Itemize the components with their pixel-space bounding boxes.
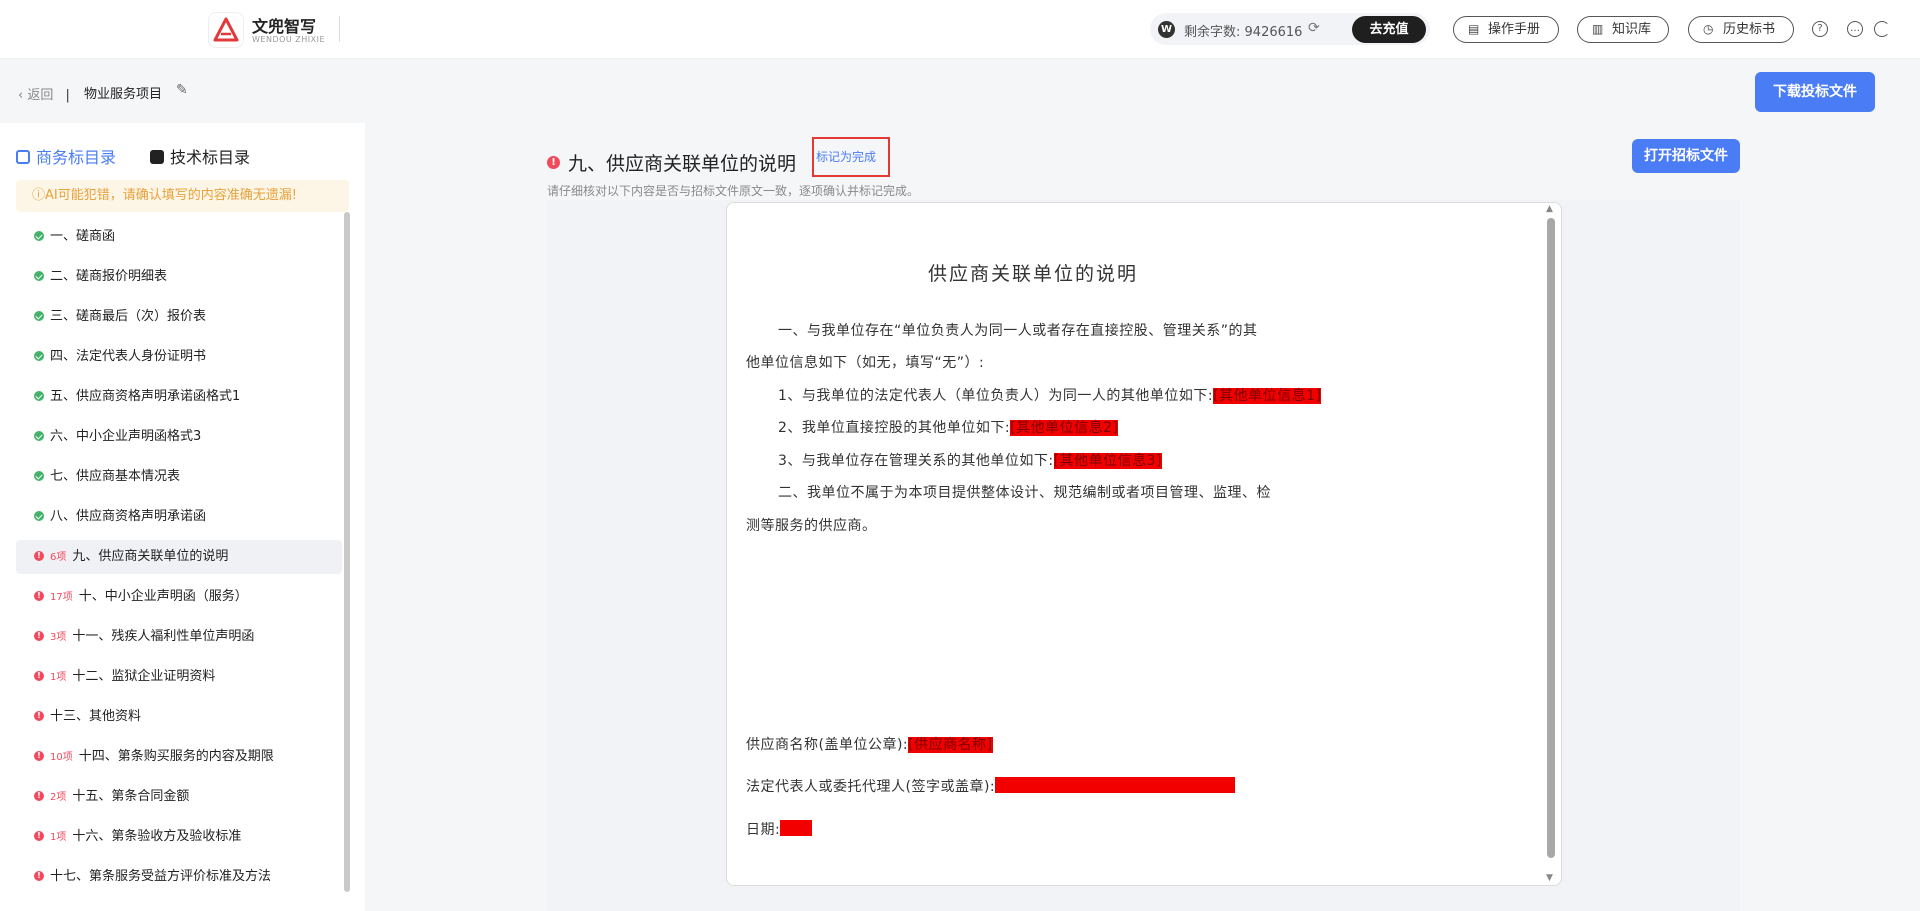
- recharge-button[interactable]: 去充值: [1352, 16, 1426, 43]
- doc-line: 3、与我单位存在管理关系的其他单位如下:[其他单位信息3]: [778, 453, 1162, 469]
- logo-icon[interactable]: [208, 12, 244, 48]
- doc-paragraph: 一、与我单位存在“单位负责人为同一人或者存在直接控股、管理关系”的其: [778, 323, 1258, 339]
- alert-icon: [34, 631, 44, 641]
- catalog-icon: [150, 150, 164, 164]
- placeholder-field[interactable]: [其他单位信息1]: [1213, 388, 1322, 404]
- sidebar-item[interactable]: 十七、第条服务受益方评价标准及方法: [16, 860, 342, 894]
- doc-signature-line: 供应商名称(盖单位公章):[供应商名称]: [746, 737, 993, 753]
- logout-icon[interactable]: [1874, 21, 1890, 37]
- scroll-down-icon[interactable]: ▼: [1546, 873, 1553, 883]
- history-button[interactable]: ◷ 历史标书: [1688, 16, 1794, 43]
- alert-icon: [34, 671, 44, 681]
- alert-icon: [34, 751, 44, 761]
- pending-count: 1项: [50, 672, 67, 683]
- sidebar-item[interactable]: 10项十四、第条购买服务的内容及期限: [16, 740, 342, 774]
- alert-icon: [34, 831, 44, 841]
- sidebar-item[interactable]: 十三、其他资料: [16, 700, 342, 734]
- sidebar-item[interactable]: 六、中小企业声明函格式3: [16, 420, 342, 454]
- alert-icon: [34, 591, 44, 601]
- ai-warning: ⓘAI可能犯错，请确认填写的内容准确无遗漏!: [16, 180, 349, 212]
- credits-label: 剩余字数: 9426616: [1184, 25, 1303, 40]
- tab-business-catalog[interactable]: 商务标目录: [16, 144, 116, 168]
- chat-icon[interactable]: …: [1847, 21, 1863, 37]
- sidebar-item[interactable]: 1项十二、监狱企业证明资料: [16, 660, 342, 694]
- pending-count: 10项: [50, 752, 73, 763]
- top-header: 文兜智写 WENDOU ZHIXIE W 剩余字数: 9426616 ⟳ 去充值…: [0, 0, 1920, 59]
- section-subtitle: 请仔细核对以下内容是否与招标文件原文一致，逐项确认并标记完成。: [547, 184, 920, 198]
- sidebar-item[interactable]: 1项十六、第条验收方及验收标准: [16, 820, 342, 854]
- sidebar-scrollbar[interactable]: [344, 212, 350, 892]
- logo-name: 文兜智写: [252, 17, 317, 36]
- edit-icon[interactable]: ✎: [176, 82, 188, 98]
- chevron-left-icon: ‹: [18, 88, 24, 103]
- doc-signature-line: 法定代表人或委托代理人(签字或盖章):: [746, 776, 1236, 796]
- sidebar-item[interactable]: 三、磋商最后（次）报价表: [16, 300, 342, 334]
- sidebar-item-active[interactable]: 6项九、供应商关联单位的说明: [16, 540, 342, 574]
- divider: [339, 16, 340, 42]
- section-title: 九、供应商关联单位的说明: [547, 149, 796, 176]
- placeholder-field[interactable]: [780, 820, 813, 836]
- placeholder-field[interactable]: [其他单位信息3]: [1053, 453, 1162, 469]
- knowledge-button[interactable]: ▥ 知识库: [1577, 16, 1669, 43]
- placeholder-field[interactable]: [其他单位信息2]: [1010, 420, 1119, 436]
- doc-paragraph: 二、我单位不属于为本项目提供整体设计、规范编制或者项目管理、监理、检: [778, 485, 1271, 501]
- sidebar-item[interactable]: 2项十五、第条合同金额: [16, 780, 342, 814]
- check-icon: [34, 311, 44, 321]
- scroll-up-icon[interactable]: ▲: [1546, 204, 1553, 214]
- pending-count: 3项: [50, 632, 67, 643]
- manual-button[interactable]: ▤ 操作手册: [1453, 16, 1559, 43]
- mark-complete-button[interactable]: 标记为完成: [812, 137, 890, 177]
- pending-count: 2项: [50, 792, 67, 803]
- alert-icon: [34, 791, 44, 801]
- sidebar-item[interactable]: 七、供应商基本情况表: [16, 460, 342, 494]
- sidebar-item[interactable]: 二、磋商报价明细表: [16, 260, 342, 294]
- sidebar-item[interactable]: 3项十一、残疾人福利性单位声明函: [16, 620, 342, 654]
- help-icon[interactable]: ?: [1812, 21, 1828, 37]
- check-icon: [34, 471, 44, 481]
- alert-icon: [34, 871, 44, 881]
- check-icon: [34, 511, 44, 521]
- sidebar-item[interactable]: 八、供应商资格声明承诺函: [16, 500, 342, 534]
- back-link[interactable]: ‹ 返回 |: [18, 84, 70, 103]
- document-scrollbar[interactable]: [1547, 218, 1555, 858]
- pending-count: 6项: [50, 552, 67, 563]
- check-icon: [34, 431, 44, 441]
- pending-count: 17项: [50, 592, 73, 603]
- refresh-icon[interactable]: ⟳: [1308, 20, 1320, 36]
- doc-line: 2、我单位直接控股的其他单位如下:[其他单位信息2]: [778, 420, 1119, 436]
- sidebar-item[interactable]: 四、法定代表人身份证明书: [16, 340, 342, 374]
- pending-count: 1项: [50, 832, 67, 843]
- document-heading: 供应商关联单位的说明: [928, 263, 1139, 285]
- check-icon: [34, 351, 44, 361]
- tab-tech-catalog[interactable]: 技术标目录: [150, 144, 250, 168]
- doc-paragraph: 测等服务的供应商。: [746, 518, 877, 534]
- download-bid-button[interactable]: 下载投标文件: [1755, 72, 1875, 112]
- catalog-icon: [16, 150, 30, 164]
- check-icon: [34, 391, 44, 401]
- check-icon: [34, 271, 44, 281]
- clock-icon: ◷: [1703, 22, 1714, 36]
- doc-line: 1、与我单位的法定代表人（单位负责人）为同一人的其他单位如下:[其他单位信息1]: [778, 388, 1322, 404]
- logo-subtitle: WENDOU ZHIXIE: [252, 35, 326, 44]
- placeholder-field[interactable]: [供应商名称]: [908, 737, 993, 753]
- w-icon: W: [1158, 21, 1175, 38]
- alert-icon: [547, 156, 560, 169]
- alert-icon: [34, 711, 44, 721]
- project-title: 物业服务项目: [84, 87, 163, 102]
- manual-icon: ▤: [1468, 22, 1480, 36]
- sidebar-item[interactable]: 一、磋商函: [16, 220, 342, 254]
- alert-icon: [34, 551, 44, 561]
- check-icon: [34, 231, 44, 241]
- doc-paragraph: 他单位信息如下（如无，填写“无”）:: [746, 355, 985, 371]
- doc-date-line: 日期:: [746, 819, 813, 839]
- book-icon: ▥: [1592, 22, 1604, 36]
- placeholder-field[interactable]: [995, 777, 1236, 793]
- open-tender-file-button[interactable]: 打开招标文件: [1632, 139, 1740, 173]
- credits-value: 9426616: [1244, 25, 1303, 40]
- sidebar-item[interactable]: 17项十、中小企业声明函（服务）: [16, 580, 342, 614]
- sidebar-item[interactable]: 五、供应商资格声明承诺函格式1: [16, 380, 342, 414]
